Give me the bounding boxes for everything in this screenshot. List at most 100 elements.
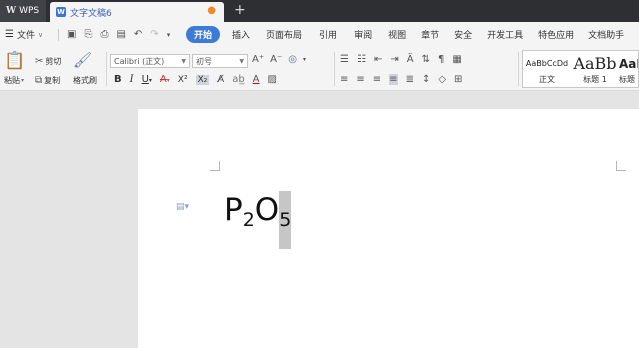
format-painter-label: 格式刷 xyxy=(73,76,97,85)
tab-doc-assistant[interactable]: 文档助手 xyxy=(588,26,624,43)
print-icon[interactable]: ⎙ xyxy=(100,29,108,40)
font-style-group: B I U▾ A▾ X² X₂ A̸ ab̲ A ▨ xyxy=(114,74,277,85)
divider xyxy=(58,28,59,41)
tab-page-layout[interactable]: 页面布局 xyxy=(266,26,302,43)
table-icon[interactable]: ▦ xyxy=(452,54,461,65)
strikethrough-button[interactable]: A▾ xyxy=(160,74,170,85)
document-page[interactable]: ▤▾ P 2 O 5 xyxy=(138,109,639,348)
tab-developer[interactable]: 开发工具 xyxy=(487,26,523,43)
show-marks-icon[interactable]: ¶ xyxy=(438,54,444,65)
ribbon-tabs: 开始 插入 页面布局 引用 审阅 视图 章节 安全 开发工具 特色应用 文档助手 xyxy=(186,26,624,43)
document-text[interactable]: P 2 O 5 xyxy=(224,181,292,249)
cut-button[interactable]: ✂ 剪切 xyxy=(35,56,61,67)
justify-icon[interactable]: ≡ xyxy=(389,74,398,85)
char-shading-icon[interactable]: ▨ xyxy=(268,74,277,85)
borders-icon[interactable]: ⊞ xyxy=(454,74,462,85)
align-right-icon[interactable]: ≡ xyxy=(373,74,381,85)
font-name-select[interactable]: Calibri (正文) ▼ xyxy=(110,54,190,68)
redo-icon[interactable]: ↷ xyxy=(150,29,158,40)
crop-mark xyxy=(616,161,626,171)
tab-start[interactable]: 开始 xyxy=(186,26,221,43)
style-heading-1[interactable]: AaBb 标题 1 xyxy=(571,51,619,87)
divider xyxy=(106,52,107,86)
chevron-down-icon: ▼ xyxy=(181,57,186,65)
file-menu-button[interactable]: ☰ 文件 ∨ xyxy=(0,28,52,41)
menu-bar: ☰ 文件 ∨ ▣ ⎘ ⎙ ▤ ↶ ↷ ▾ 开始 插入 页面布局 引用 审阅 视图… xyxy=(0,22,639,47)
bullet-list-icon[interactable]: ☰ xyxy=(340,54,349,65)
increase-indent-icon[interactable]: ⇥ xyxy=(390,54,398,65)
bold-button[interactable]: B xyxy=(114,74,122,85)
paste-label-button[interactable]: 粘贴 ▾ xyxy=(4,75,24,86)
text-effects-icon[interactable]: ◎ xyxy=(288,54,297,65)
tab-view[interactable]: 视图 xyxy=(388,26,406,43)
chevron-down-icon: ▼ xyxy=(239,57,244,65)
divider xyxy=(334,52,335,86)
subscript-button[interactable]: X₂ xyxy=(195,74,210,85)
chinese-layout-icon[interactable]: Ä xyxy=(407,54,414,65)
align-center-icon[interactable]: ≡ xyxy=(356,74,364,85)
document-tab[interactable]: W 文字文稿6 ● xyxy=(50,2,224,22)
writer-doc-icon: W xyxy=(56,7,66,17)
sort-icon[interactable]: ⇅ xyxy=(422,54,430,65)
tab-chapters[interactable]: 章节 xyxy=(421,26,439,43)
superscript-button[interactable]: X² xyxy=(178,75,188,85)
line-spacing-icon[interactable]: ↕ xyxy=(422,74,430,85)
save-icon[interactable]: ▣ xyxy=(67,29,76,40)
scissors-icon: ✂ xyxy=(35,56,44,67)
export-pdf-icon[interactable]: ⎘ xyxy=(84,29,92,40)
tab-security[interactable]: 安全 xyxy=(454,26,472,43)
format-painter-button[interactable]: 🖌 xyxy=(73,51,92,69)
cut-label: 剪切 xyxy=(45,57,62,66)
text-run-subscript-2: 2 xyxy=(242,209,255,231)
underline-label: U xyxy=(141,74,149,85)
document-area: ▤▾ P 2 O 5 xyxy=(0,91,639,348)
font-size-select[interactable]: 初号 ▼ xyxy=(192,54,248,68)
hamburger-icon: ☰ xyxy=(5,29,14,40)
tab-insert[interactable]: 插入 xyxy=(232,26,250,43)
unsaved-dot-icon[interactable]: ● xyxy=(207,5,216,16)
font-name-value: Calibri (正文) xyxy=(114,56,165,66)
align-left-icon[interactable]: ≡ xyxy=(340,74,348,85)
shading-icon[interactable]: ◇ xyxy=(438,74,446,85)
underline-button[interactable]: U▾ xyxy=(142,74,152,85)
highlight-icon[interactable]: ab̲ xyxy=(232,74,244,85)
tab-features[interactable]: 特色应用 xyxy=(538,26,574,43)
chevron-down-icon[interactable]: ▾ xyxy=(303,56,306,63)
new-tab-button[interactable]: + xyxy=(234,2,246,18)
chevron-down-icon: ▾ xyxy=(21,77,25,84)
grow-font-icon[interactable]: A⁺ xyxy=(252,54,264,65)
text-run-o: O xyxy=(254,192,280,228)
wps-home-tab[interactable]: W WPS xyxy=(0,0,46,22)
quick-access-toolbar: ▣ ⎘ ⎙ ▤ ↶ ↷ ▾ xyxy=(58,28,171,41)
customize-icon[interactable]: ▾ xyxy=(167,31,171,39)
clear-format-icon[interactable]: A̸ xyxy=(217,74,224,85)
print-preview-icon[interactable]: ▤ xyxy=(116,29,125,40)
style-sample: AaB xyxy=(619,56,638,71)
style-normal[interactable]: AaBbCcDd 正文 xyxy=(523,51,571,87)
selected-subscript-5: 5 xyxy=(279,191,292,249)
numbered-list-icon[interactable]: ☷ xyxy=(357,54,366,65)
shrink-font-icon[interactable]: A⁻ xyxy=(270,54,282,65)
style-sample: AaBbCcDd xyxy=(525,59,569,68)
file-menu-label: 文件 xyxy=(16,31,35,41)
tab-references[interactable]: 引用 xyxy=(319,26,337,43)
document-tab-title: 文字文稿6 xyxy=(70,8,112,19)
distributed-icon[interactable]: ≣ xyxy=(406,74,414,85)
crop-mark xyxy=(210,161,220,171)
italic-button[interactable]: I xyxy=(130,74,134,85)
brush-icon: 🖌 xyxy=(73,51,93,69)
decrease-indent-icon[interactable]: ⇤ xyxy=(374,54,382,65)
undo-icon[interactable]: ↶ xyxy=(134,29,142,40)
format-painter-label-button[interactable]: 格式刷 xyxy=(73,75,97,86)
tab-review[interactable]: 审阅 xyxy=(354,26,372,43)
app-name: WPS xyxy=(19,6,40,16)
style-heading[interactable]: AaB 标题 xyxy=(619,51,638,87)
font-color-icon[interactable]: A xyxy=(253,74,260,85)
paste-button[interactable]: 📋 xyxy=(4,51,26,71)
paragraph-handle-icon[interactable]: ▤▾ xyxy=(176,202,189,212)
copy-icon: ⧉ xyxy=(35,75,43,86)
copy-button[interactable]: ⧉ 复制 xyxy=(35,75,60,86)
style-sample: AaBb xyxy=(573,54,617,73)
list-group: ☰ ☷ ⇤ ⇥ Ä ⇅ ¶ ▦ xyxy=(340,54,462,65)
styles-gallery: AaBbCcDd 正文 AaBb 标题 1 AaB 标题 xyxy=(522,50,639,88)
